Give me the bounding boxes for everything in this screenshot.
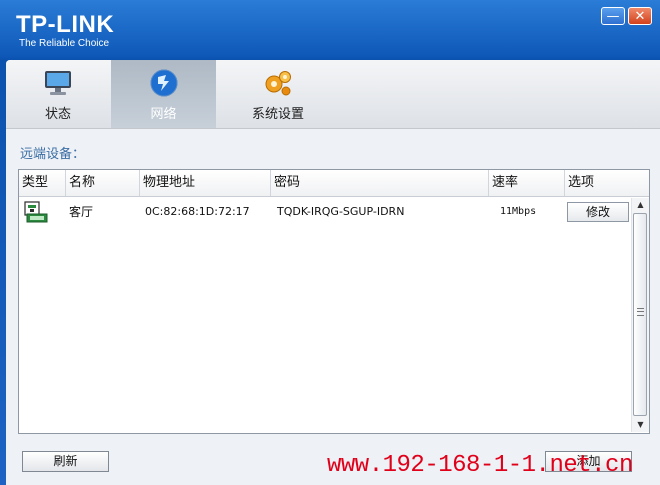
column-speed[interactable]: 速率 — [489, 170, 565, 196]
column-options[interactable]: 选项 — [565, 170, 649, 196]
title-bar: TP-LINK The Reliable Choice — ✕ — [0, 0, 660, 60]
network-globe-icon — [150, 69, 177, 97]
column-type[interactable]: 类型 — [19, 170, 66, 196]
device-name: 客厅 — [69, 205, 94, 219]
tab-bar: 状态 网络 系统设置 — [6, 60, 660, 129]
gears-icon — [265, 71, 291, 96]
scroll-thumb[interactable] — [633, 213, 647, 416]
scroll-up-arrow-icon[interactable]: ▲ — [632, 198, 649, 212]
monitor-icon — [45, 71, 71, 95]
tab-network-label: 网络 — [150, 107, 177, 122]
logo-brand: TP-LINK — [16, 11, 115, 38]
column-mac[interactable]: 物理地址 — [140, 170, 271, 196]
remote-device-list: 类型 名称 物理地址 密码 速率 选项 客厅 0C:82:68:1D:72:17… — [18, 169, 650, 434]
vertical-scrollbar[interactable]: ▲ ▼ — [631, 198, 649, 432]
powerline-adapter-icon — [24, 201, 48, 223]
watermark: www.192-168-1-1.net.cn — [327, 452, 633, 479]
list-header: 类型 名称 物理地址 密码 速率 选项 — [19, 170, 649, 197]
tp-link-logo: TP-LINK The Reliable Choice — [16, 12, 114, 50]
edit-button[interactable]: 修改 — [567, 202, 629, 222]
column-name[interactable]: 名称 — [66, 170, 140, 196]
logo-tagline: The Reliable Choice — [19, 38, 110, 49]
scroll-down-arrow-icon[interactable]: ▼ — [632, 418, 649, 432]
tab-status-label: 状态 — [44, 107, 71, 122]
device-mac: 0C:82:68:1D:72:17 — [145, 205, 250, 218]
device-speed: 11Mbps — [500, 206, 537, 217]
device-password: TQDK-IRQG-SGUP-IDRN — [277, 205, 405, 218]
tab-network[interactable]: 网络 — [111, 60, 216, 128]
table-row[interactable]: 客厅 0C:82:68:1D:72:17 TQDK-IRQG-SGUP-IDRN… — [19, 198, 630, 226]
app-window: TP-LINK The Reliable Choice — ✕ 状态 网络 系统… — [0, 0, 660, 485]
tab-status[interactable]: 状态 — [6, 60, 110, 128]
minimize-button[interactable]: — — [601, 7, 625, 25]
tab-system-settings-label: 系统设置 — [251, 107, 304, 122]
tab-system-settings[interactable]: 系统设置 — [218, 60, 338, 128]
refresh-button[interactable]: 刷新 — [22, 451, 109, 472]
close-button[interactable]: ✕ — [628, 7, 652, 25]
scroll-grip-icon — [637, 308, 644, 316]
remote-devices-title: 远端设备： — [20, 147, 86, 162]
column-password[interactable]: 密码 — [271, 170, 489, 196]
main-panel: 状态 网络 系统设置 远端设备： 类型 名称 物理地址 密码 速率 选项 客厅 … — [6, 60, 660, 485]
